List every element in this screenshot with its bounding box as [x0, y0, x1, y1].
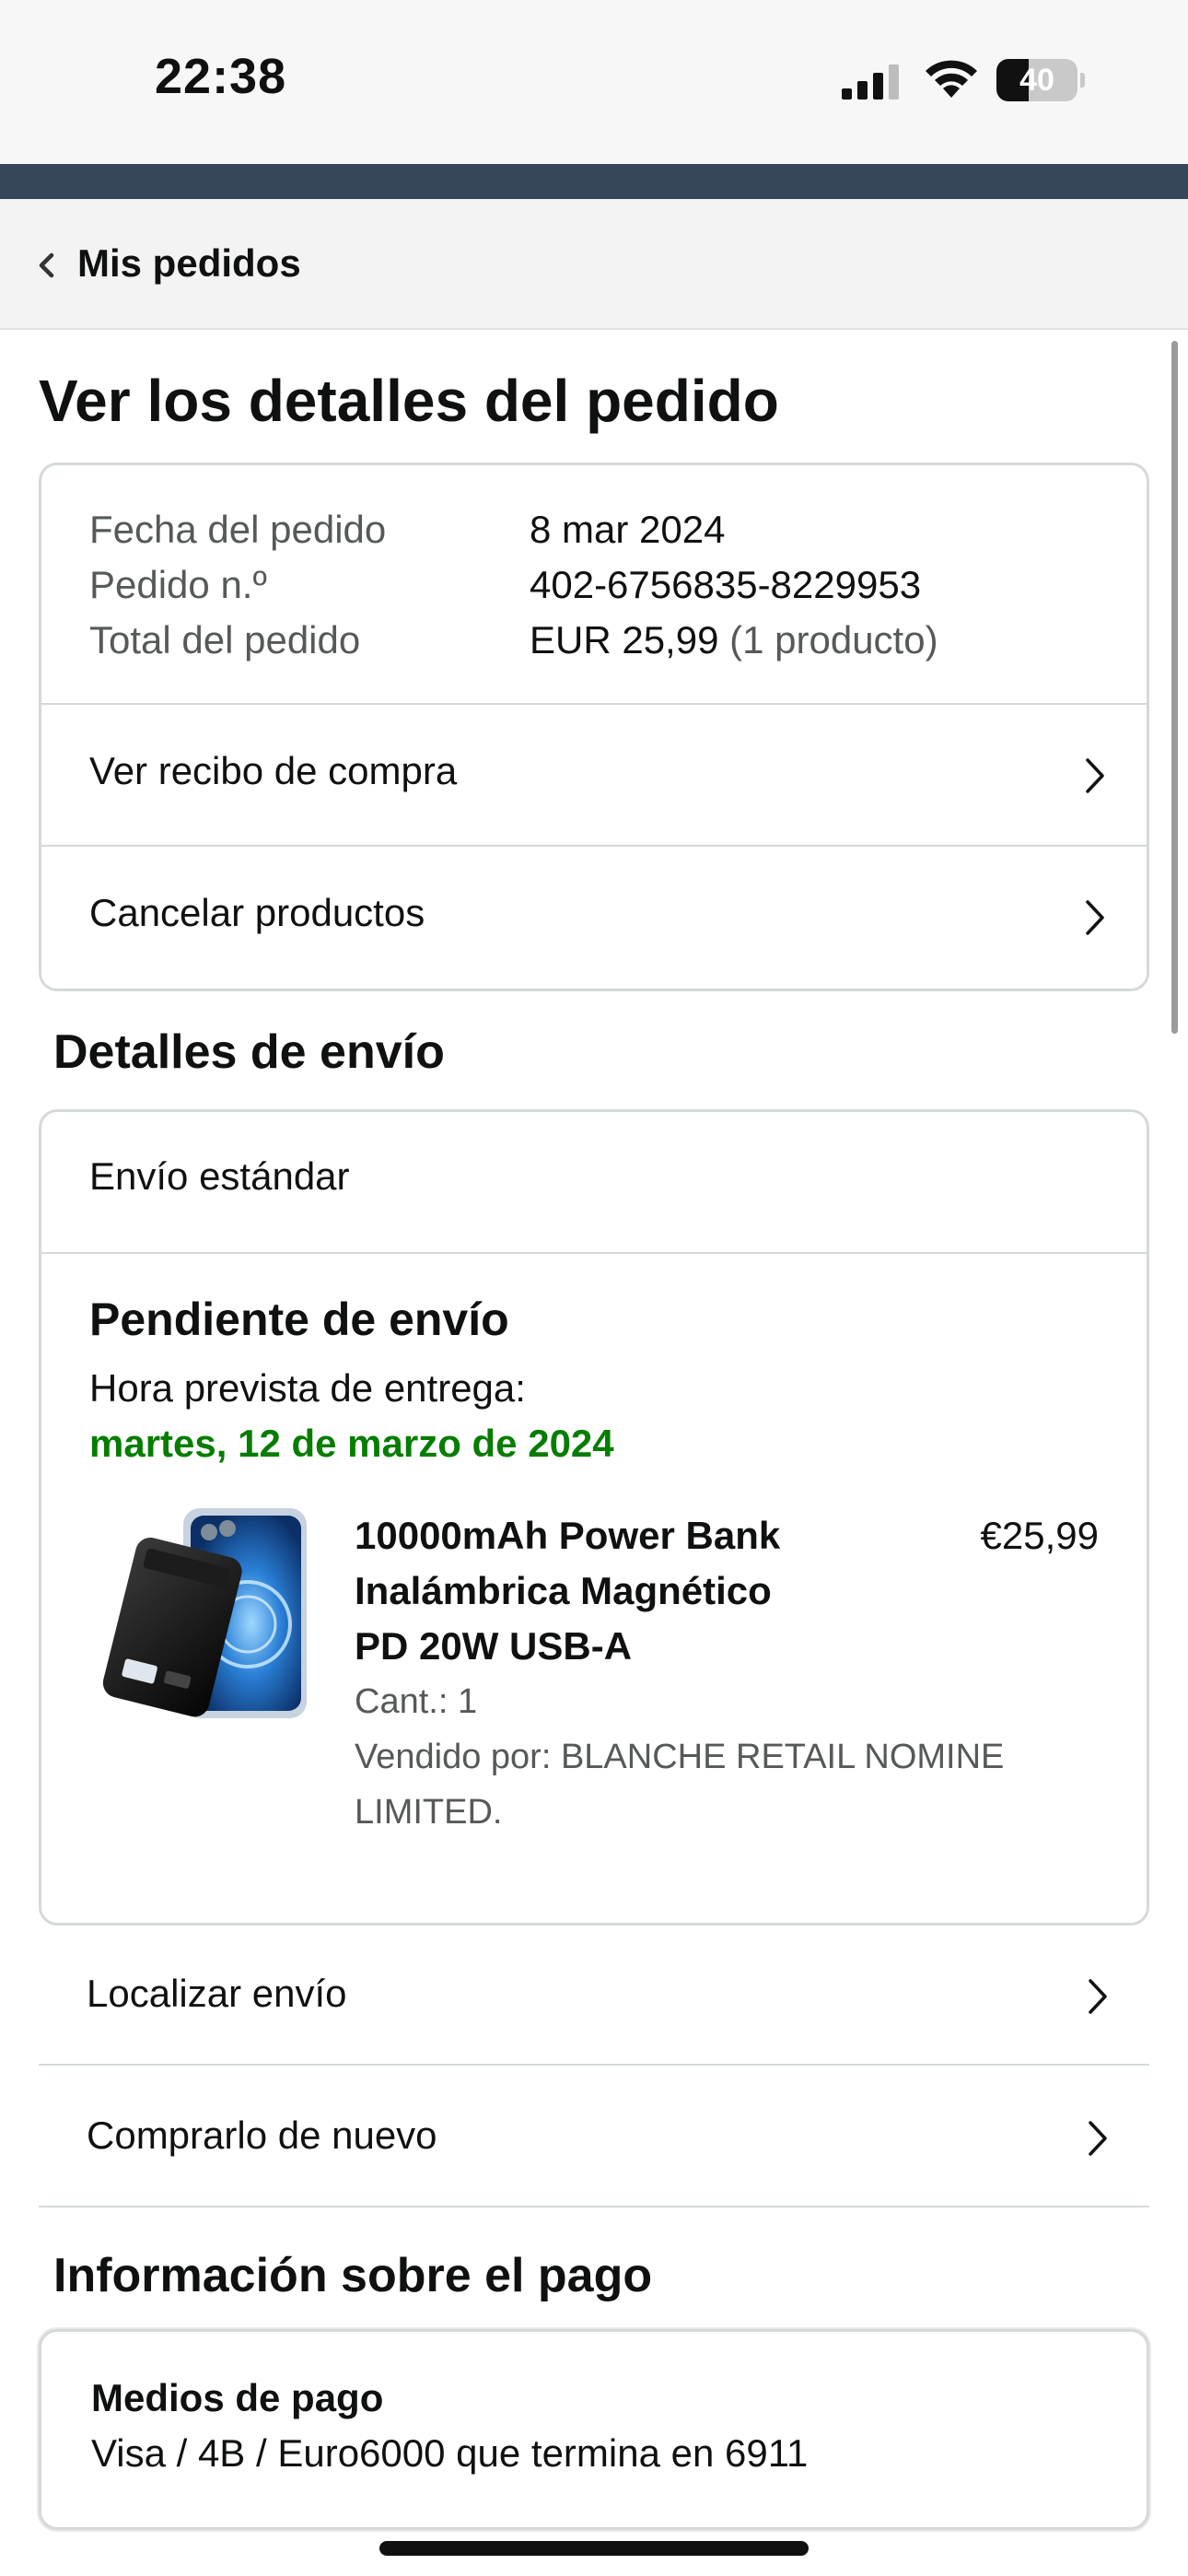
cellular-signal-icon: [842, 64, 899, 100]
status-time: 22:38: [155, 49, 287, 104]
product-quantity: Cant.: 1: [355, 1682, 478, 1721]
product-price: €25,99: [980, 1514, 1099, 1557]
payment-method-card: Medios de pago Visa / 4B / Euro6000 que …: [39, 2329, 1149, 2530]
track-package-label: Localizar envío: [87, 1972, 347, 2015]
shipment-card: Envío estándar Pendiente de envío Hora p…: [39, 1109, 1149, 1926]
delivery-estimate-label: Hora prevista de entrega:: [89, 1366, 526, 1410]
divider: [41, 1252, 1147, 1254]
cancel-items-label: Cancelar productos: [89, 891, 425, 934]
shipping-section-title: Detalles de envío: [53, 1025, 445, 1079]
order-total-amount: EUR 25,99: [530, 618, 719, 662]
track-package-link[interactable]: Localizar envío: [39, 1926, 1149, 2066]
product-title-line: Inalámbrica Magnético: [355, 1569, 772, 1612]
order-item-count: (1 producto): [729, 618, 938, 662]
seller-line: Vendido por: BLANCHE RETAIL NOMINE: [355, 1738, 1005, 1776]
battery-icon: 40: [996, 59, 1085, 101]
order-number-row: Pedido n.º 402-6756835-8229953: [89, 557, 938, 613]
chevron-left-icon: [39, 252, 54, 278]
buy-again-label: Comprarlo de nuevo: [87, 2113, 437, 2157]
delivery-estimate-date: martes, 12 de marzo de 2024: [89, 1422, 614, 1465]
product-title-line: 10000mAh Power Bank: [355, 1514, 781, 1557]
chevron-right-icon: [1086, 758, 1104, 793]
order-summary-card: Fecha del pedido 8 mar 2024 Pedido n.º 4…: [39, 463, 1149, 991]
power-bank-product-image[interactable]: [99, 1505, 310, 1722]
product-title-line: PD 20W USB-A: [355, 1624, 633, 1668]
status-bar: 22:38 40: [0, 0, 1188, 164]
view-receipt-label: Ver recibo de compra: [89, 749, 458, 792]
product-seller: Vendido por: BLANCHE RETAIL NOMINE LIMIT…: [355, 1729, 1091, 1840]
shipping-type: Envío estándar: [89, 1154, 350, 1198]
payment-section-title: Información sobre el pago: [53, 2249, 653, 2302]
order-summary-table: Fecha del pedido 8 mar 2024 Pedido n.º 4…: [89, 502, 938, 668]
app-header-band: [0, 164, 1188, 199]
buy-again-link[interactable]: Comprarlo de nuevo: [39, 2067, 1149, 2207]
payment-method-value: Visa / 4B / Euro6000 que termina en 6911: [91, 2431, 809, 2475]
page-title: Ver los detalles del pedido: [39, 368, 779, 434]
order-total-value: EUR 25,99 (1 producto): [530, 613, 938, 668]
chevron-right-icon: [1089, 1979, 1107, 2014]
product-title[interactable]: 10000mAh Power Bank Inalámbrica Magnétic…: [355, 1508, 870, 1674]
wifi-icon: [926, 60, 977, 98]
order-date-row: Fecha del pedido 8 mar 2024: [89, 502, 938, 557]
order-number-label: Pedido n.º: [89, 563, 267, 606]
seller-line: LIMITED.: [355, 1793, 503, 1832]
payment-method-title: Medios de pago: [91, 2376, 384, 2419]
home-indicator[interactable]: [379, 2541, 809, 2556]
back-navigation[interactable]: Mis pedidos: [0, 199, 1188, 330]
view-receipt-link[interactable]: Ver recibo de compra: [41, 703, 1147, 843]
scrollbar[interactable]: [1171, 341, 1178, 1034]
order-total-label: Total del pedido: [89, 618, 361, 662]
chevron-right-icon: [1089, 2121, 1107, 2156]
order-date-label: Fecha del pedido: [89, 508, 387, 551]
order-number-value: 402-6756835-8229953: [530, 563, 922, 606]
cancel-items-link[interactable]: Cancelar productos: [41, 845, 1147, 985]
back-link-label[interactable]: Mis pedidos: [77, 241, 301, 286]
shipment-status: Pendiente de envío: [89, 1294, 509, 1345]
chevron-right-icon: [1086, 900, 1104, 935]
order-total-row: Total del pedido EUR 25,99 (1 producto): [89, 613, 938, 668]
order-date-value: 8 mar 2024: [530, 508, 726, 551]
battery-percent: 40: [1019, 63, 1054, 98]
